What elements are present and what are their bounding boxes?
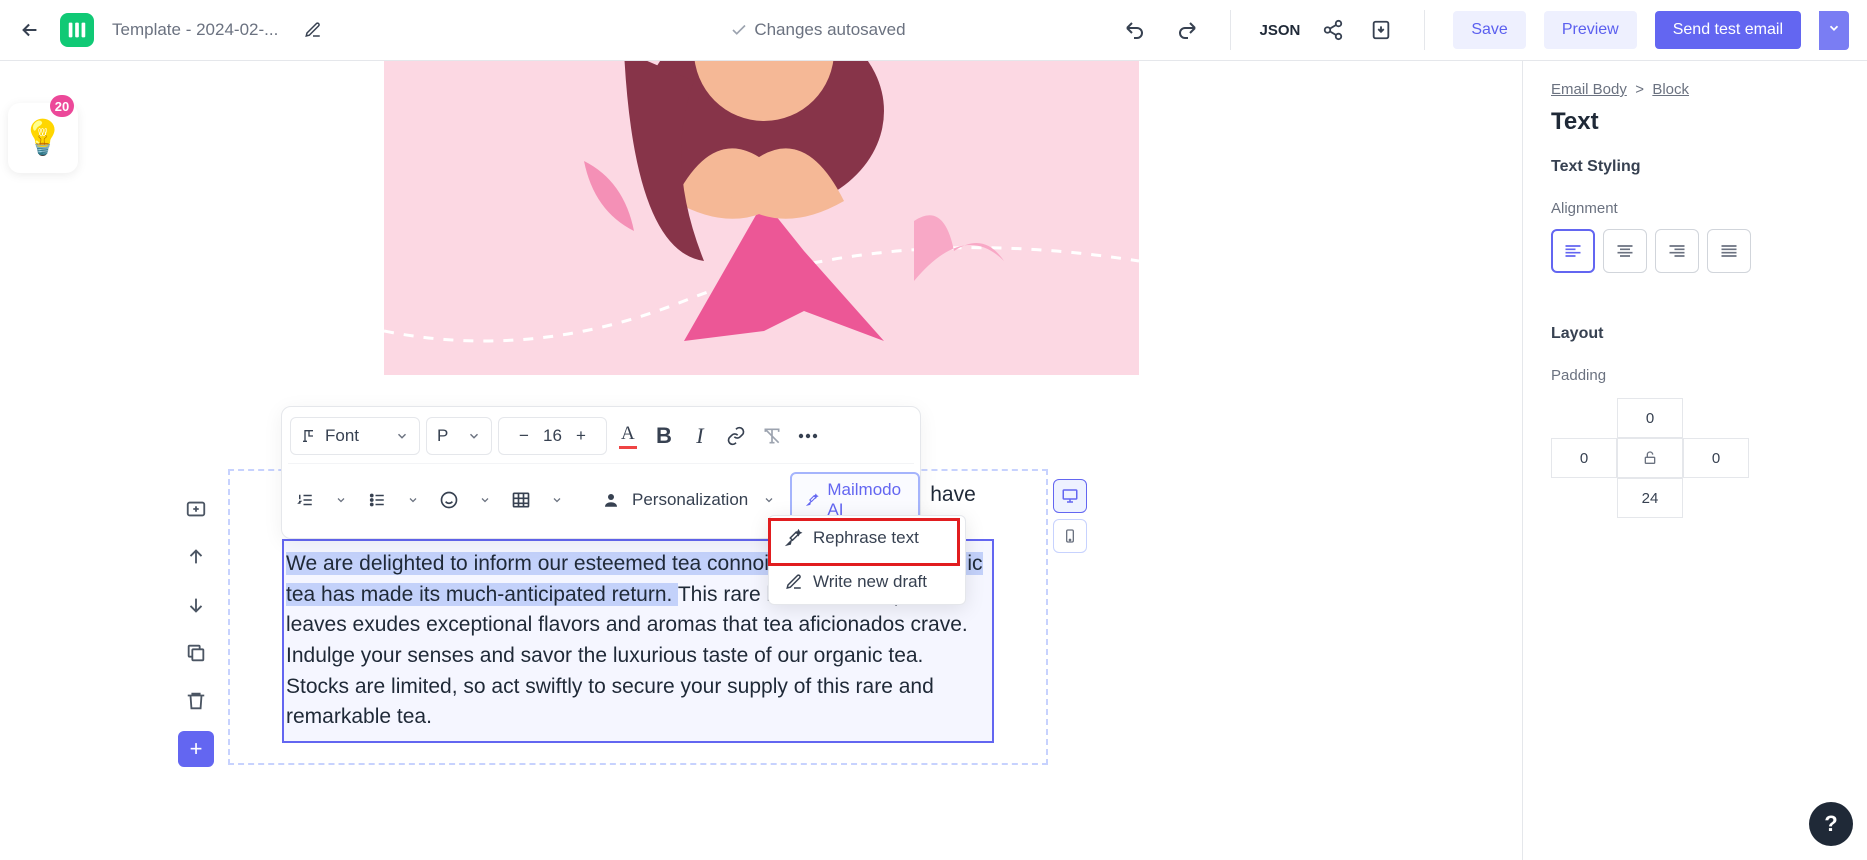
mobile-view[interactable] bbox=[1053, 519, 1087, 553]
personalization-icon bbox=[596, 485, 626, 515]
write-new-draft-option[interactable]: Write new draft bbox=[769, 560, 965, 604]
edit-title-icon[interactable] bbox=[304, 21, 322, 39]
layout-heading: Layout bbox=[1551, 325, 1839, 343]
tips-count: 20 bbox=[50, 95, 74, 117]
move-down-icon[interactable] bbox=[178, 587, 214, 623]
delete-icon[interactable] bbox=[178, 683, 214, 719]
decrease-size[interactable]: − bbox=[509, 421, 539, 451]
undo-button[interactable] bbox=[1120, 14, 1152, 46]
autosave-status: Changes autosaved bbox=[730, 20, 905, 40]
save-button[interactable]: Save bbox=[1453, 11, 1525, 49]
table-button[interactable] bbox=[506, 485, 536, 515]
padding-right[interactable]: 0 bbox=[1683, 438, 1749, 478]
personalization-button[interactable]: Personalization bbox=[632, 490, 748, 510]
align-center[interactable] bbox=[1603, 229, 1647, 273]
personalization-dropdown[interactable] bbox=[754, 485, 784, 515]
breadcrumb: Email Body > Block bbox=[1551, 81, 1839, 98]
redo-button[interactable] bbox=[1170, 14, 1202, 46]
emoji-button[interactable] bbox=[434, 485, 464, 515]
ordered-list-dropdown[interactable] bbox=[326, 485, 356, 515]
back-button[interactable] bbox=[18, 18, 42, 42]
tips-badge[interactable]: 💡 20 bbox=[8, 103, 78, 173]
share-icon[interactable] bbox=[1318, 15, 1348, 45]
device-preview-tools bbox=[1053, 479, 1087, 553]
download-icon[interactable] bbox=[1366, 15, 1396, 45]
paragraph-selector[interactable]: P bbox=[426, 417, 492, 455]
unordered-list[interactable] bbox=[362, 485, 392, 515]
more-options[interactable] bbox=[793, 421, 823, 451]
link-button[interactable] bbox=[721, 421, 751, 451]
italic-button[interactable]: I bbox=[685, 421, 715, 451]
breadcrumb-block[interactable]: Block bbox=[1652, 81, 1689, 98]
font-size-stepper[interactable]: − 16 + bbox=[498, 417, 607, 455]
app-logo bbox=[60, 13, 94, 47]
font-family-selector[interactable]: Font bbox=[290, 417, 420, 455]
align-justify[interactable] bbox=[1707, 229, 1751, 273]
preview-button[interactable]: Preview bbox=[1544, 11, 1637, 49]
ai-dropdown-menu: Rephrase text Write new draft bbox=[768, 515, 966, 605]
add-folder-icon[interactable] bbox=[178, 491, 214, 527]
template-title: Template - 2024-02-... bbox=[112, 20, 278, 40]
padding-left[interactable]: 0 bbox=[1551, 438, 1617, 478]
align-right[interactable] bbox=[1655, 229, 1699, 273]
move-up-icon[interactable] bbox=[178, 539, 214, 575]
properties-panel: Email Body > Block Text Text Styling Ali… bbox=[1522, 61, 1867, 860]
send-test-email-button[interactable]: Send test email bbox=[1655, 11, 1801, 49]
panel-title: Text bbox=[1551, 108, 1839, 136]
ordered-list[interactable] bbox=[290, 485, 320, 515]
bold-button[interactable]: B bbox=[649, 421, 679, 451]
duplicate-icon[interactable] bbox=[178, 635, 214, 671]
json-button[interactable]: JSON bbox=[1259, 22, 1300, 39]
desktop-view[interactable] bbox=[1053, 479, 1087, 513]
rephrase-text-option[interactable]: Rephrase text bbox=[769, 516, 965, 560]
breadcrumb-email-body[interactable]: Email Body bbox=[1551, 81, 1627, 98]
unordered-list-dropdown[interactable] bbox=[398, 485, 428, 515]
alignment-label: Alignment bbox=[1551, 200, 1839, 217]
table-dropdown[interactable] bbox=[542, 485, 572, 515]
align-left[interactable] bbox=[1551, 229, 1595, 273]
clear-format-button[interactable] bbox=[757, 421, 787, 451]
add-block-button[interactable]: + bbox=[178, 731, 214, 767]
hero-image bbox=[384, 61, 1139, 375]
text-styling-heading: Text Styling bbox=[1551, 158, 1839, 176]
block-tools: + bbox=[178, 491, 218, 767]
padding-lock-icon[interactable] bbox=[1617, 438, 1683, 478]
text-color-button[interactable]: A bbox=[613, 421, 643, 451]
padding-label: Padding bbox=[1551, 367, 1839, 384]
emoji-dropdown[interactable] bbox=[470, 485, 500, 515]
padding-top[interactable]: 0 bbox=[1617, 398, 1683, 438]
send-dropdown[interactable] bbox=[1819, 11, 1849, 50]
help-button[interactable]: ? bbox=[1809, 802, 1853, 846]
increase-size[interactable]: + bbox=[566, 421, 596, 451]
padding-bottom[interactable]: 24 bbox=[1617, 478, 1683, 518]
lightbulb-icon: 💡 bbox=[22, 118, 64, 158]
